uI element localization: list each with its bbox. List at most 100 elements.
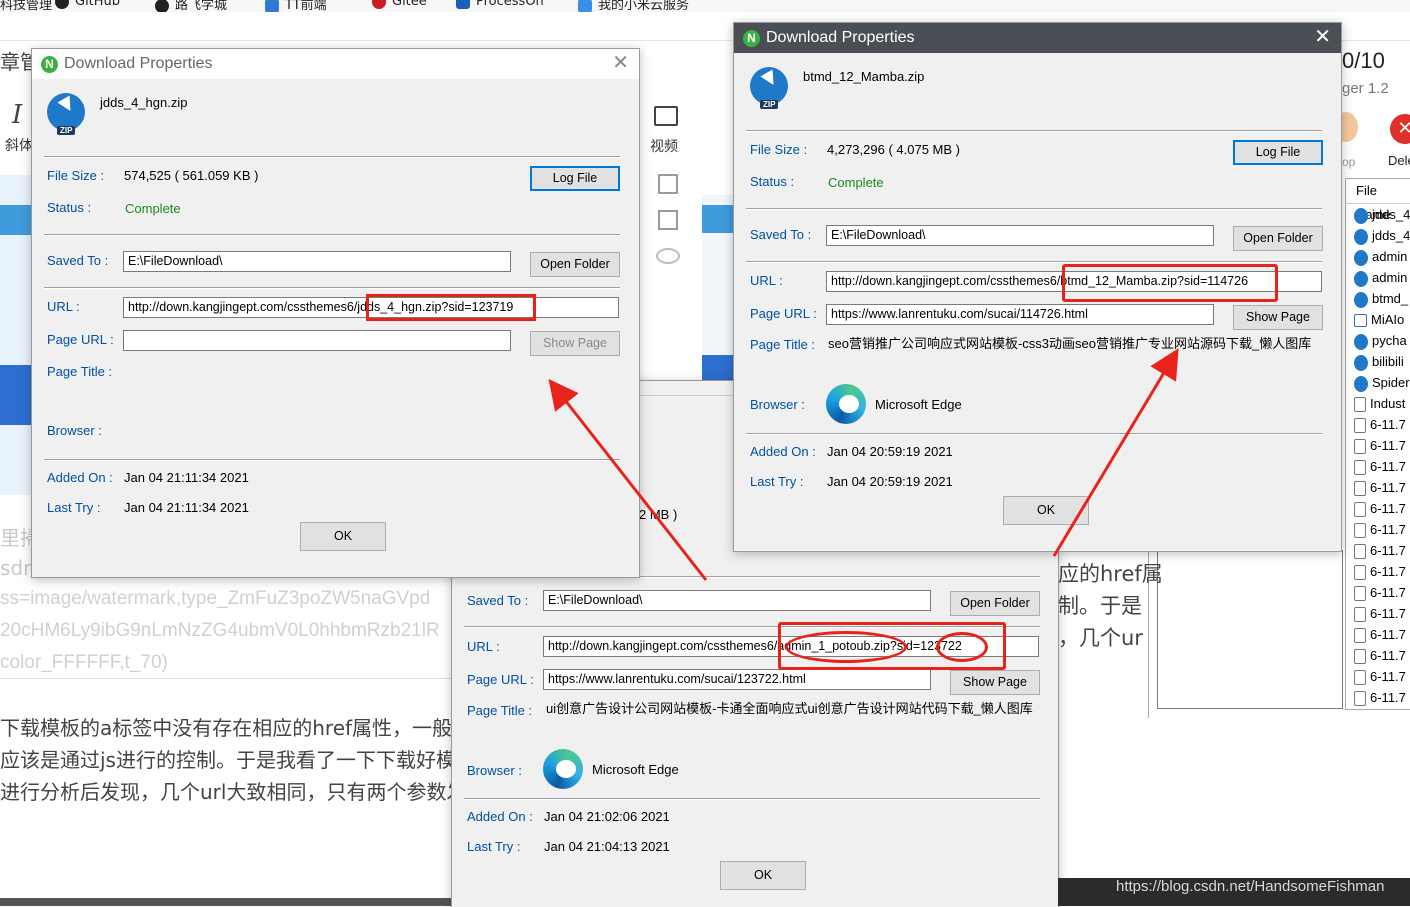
- list-item[interactable]: 6-11.7: [1346, 519, 1410, 540]
- article-line-2: 应该是通过js进行的控制。于是我看了一下下载好模板: [0, 748, 476, 772]
- list-item[interactable]: pycha: [1346, 330, 1410, 351]
- bookmark-gitee[interactable]: Gitee: [372, 0, 427, 9]
- zip-file-icon: [1354, 228, 1368, 245]
- last-try-value: Jan 04 20:59:19 2021: [827, 474, 953, 489]
- video-icon[interactable]: [654, 106, 678, 126]
- page-url-field[interactable]: https://www.lanrentuku.com/sucai/123722.…: [543, 669, 931, 690]
- show-page-button[interactable]: Show Page: [530, 331, 620, 356]
- list-item[interactable]: admin: [1346, 267, 1410, 288]
- open-folder-button[interactable]: Open Folder: [530, 252, 620, 277]
- italic-icon[interactable]: I: [12, 100, 22, 130]
- document-file-icon: [1354, 481, 1366, 497]
- saved-to-field[interactable]: E:\FileDownload\: [543, 590, 931, 611]
- bookmark-luffy[interactable]: 路飞学城: [155, 0, 227, 12]
- columns-icon[interactable]: [658, 210, 678, 230]
- list-item[interactable]: 6-11.7: [1346, 666, 1410, 687]
- layout-icon[interactable]: [658, 174, 678, 194]
- added-on-value: Jan 04 21:11:34 2021: [124, 470, 249, 485]
- eye-icon[interactable]: [656, 248, 680, 264]
- status-value: Complete: [125, 201, 181, 216]
- close-icon[interactable]: ✕: [612, 52, 629, 74]
- list-item[interactable]: 6-11.7: [1346, 561, 1410, 582]
- bookmark-processon[interactable]: ProcessOn: [456, 0, 544, 9]
- list-item[interactable]: Spider: [1346, 372, 1410, 393]
- document-file-icon: [1354, 502, 1366, 518]
- page-title-value: seo营销推广公司响应式网站模板-css3动画seo营销推广专业网站源码下载_懒…: [828, 336, 1312, 351]
- list-item[interactable]: 6-11.7: [1346, 498, 1410, 519]
- url-field[interactable]: http://down.kangjingept.com/cssthemes6/a…: [543, 636, 1039, 657]
- list-item[interactable]: 6-11.7: [1346, 435, 1410, 456]
- list-item[interactable]: jdds_4: [1346, 204, 1410, 225]
- page-url-field[interactable]: https://www.lanrentuku.com/sucai/114726.…: [826, 304, 1214, 325]
- last-try-label: Last Try :: [750, 474, 804, 489]
- added-on-label: Added On :: [47, 470, 113, 485]
- bookmark-xiaomi[interactable]: 我的小米云服务: [578, 0, 689, 12]
- right-line-3: ，几个ur: [1058, 626, 1143, 650]
- delete-label: Dele: [1388, 153, 1410, 168]
- download-properties-dialog-1: N Download Properties ✕ ZIP jdds_4_hgn.z…: [31, 48, 640, 578]
- dialog-2-title: Download Properties: [766, 29, 915, 46]
- document-file-icon: [1354, 565, 1366, 581]
- page-title-label: Page Title :: [467, 703, 533, 718]
- page-title-value: ui创意广告设计公司网站模板-卡通全面响应式ui创意广告设计网站代码下载_懒人图…: [546, 701, 1033, 716]
- file-name-list[interactable]: File Name jdds_4 jdds_4 admin admin btmd…: [1345, 178, 1410, 710]
- file-name-header[interactable]: File Name: [1346, 179, 1410, 222]
- bookmark-github[interactable]: GitHub: [55, 0, 120, 9]
- ok-button[interactable]: OK: [300, 522, 386, 551]
- list-item[interactable]: jdds_4: [1346, 225, 1410, 246]
- last-try-value: Jan 04 21:11:34 2021: [124, 500, 249, 515]
- image-file-icon: [1354, 314, 1367, 328]
- document-file-icon: [1354, 523, 1366, 539]
- ok-button[interactable]: OK: [1003, 496, 1089, 525]
- dialog-1-title: Download Properties: [64, 55, 213, 72]
- processon-icon: [456, 0, 470, 9]
- list-item[interactable]: 6-11.7: [1346, 645, 1410, 666]
- list-item[interactable]: 6-11.7: [1346, 582, 1410, 603]
- list-item[interactable]: 6-11.7: [1346, 624, 1410, 645]
- list-item[interactable]: 6-11.7: [1346, 456, 1410, 477]
- document-file-icon: [1354, 439, 1366, 455]
- ok-button[interactable]: OK: [720, 861, 806, 890]
- luffy-icon: [155, 0, 169, 12]
- log-file-button[interactable]: Log File: [530, 166, 620, 191]
- dialog-1-titlebar[interactable]: N Download Properties ✕: [32, 49, 639, 79]
- open-folder-button[interactable]: Open Folder: [950, 591, 1040, 616]
- file-size-value: 574,525 ( 561.059 KB ): [124, 168, 259, 183]
- list-item[interactable]: 6-11.7: [1346, 414, 1410, 435]
- list-item[interactable]: 6-11.7: [1346, 477, 1410, 498]
- list-item[interactable]: btmd_: [1346, 288, 1410, 309]
- list-item[interactable]: 6-11.7: [1346, 603, 1410, 624]
- last-try-label: Last Try :: [467, 839, 521, 854]
- edge-browser-icon: [543, 749, 583, 789]
- stop-label: op: [1342, 155, 1356, 169]
- list-item[interactable]: 6-11.7: [1346, 687, 1410, 708]
- open-folder-button[interactable]: Open Folder: [1233, 226, 1323, 251]
- bookmark-0[interactable]: 科技管理: [0, 0, 52, 12]
- close-icon[interactable]: ✕: [1314, 26, 1331, 48]
- counter: 0/10: [1342, 48, 1385, 73]
- url-field[interactable]: http://down.kangjingept.com/cssthemes6/j…: [123, 297, 619, 318]
- status-value: Complete: [828, 175, 884, 190]
- show-page-button[interactable]: Show Page: [1233, 305, 1323, 330]
- url-field[interactable]: http://down.kangjingept.com/cssthemes6/b…: [826, 271, 1322, 292]
- list-item[interactable]: 6-11.7: [1346, 540, 1410, 561]
- page-url-field[interactable]: [123, 330, 511, 351]
- saved-to-field[interactable]: E:\FileDownload\: [826, 225, 1214, 246]
- log-file-button[interactable]: Log File: [1233, 140, 1323, 165]
- list-item[interactable]: MiAIo: [1346, 309, 1410, 330]
- last-try-value: Jan 04 21:04:13 2021: [544, 839, 670, 854]
- list-item[interactable]: admin: [1346, 246, 1410, 267]
- list-item[interactable]: Indust: [1346, 393, 1410, 414]
- list-item[interactable]: bilibili: [1346, 351, 1410, 372]
- delete-icon[interactable]: ✕: [1390, 114, 1410, 144]
- bookmark-tt[interactable]: TT前端: [265, 0, 327, 12]
- zip-file-icon: ZIP: [47, 93, 85, 135]
- saved-to-field[interactable]: E:\FileDownload\: [123, 251, 511, 272]
- file-name: btmd_12_Mamba.zip: [803, 69, 925, 84]
- browser-label: Browser :: [47, 423, 102, 438]
- show-page-button[interactable]: Show Page: [950, 670, 1040, 695]
- document-file-icon: [1354, 544, 1366, 560]
- added-on-value: Jan 04 21:02:06 2021: [544, 809, 670, 824]
- bg-url-line-3: color_FFFFFF,t_70): [0, 652, 168, 673]
- dialog-2-titlebar[interactable]: N Download Properties ✕: [734, 23, 1341, 53]
